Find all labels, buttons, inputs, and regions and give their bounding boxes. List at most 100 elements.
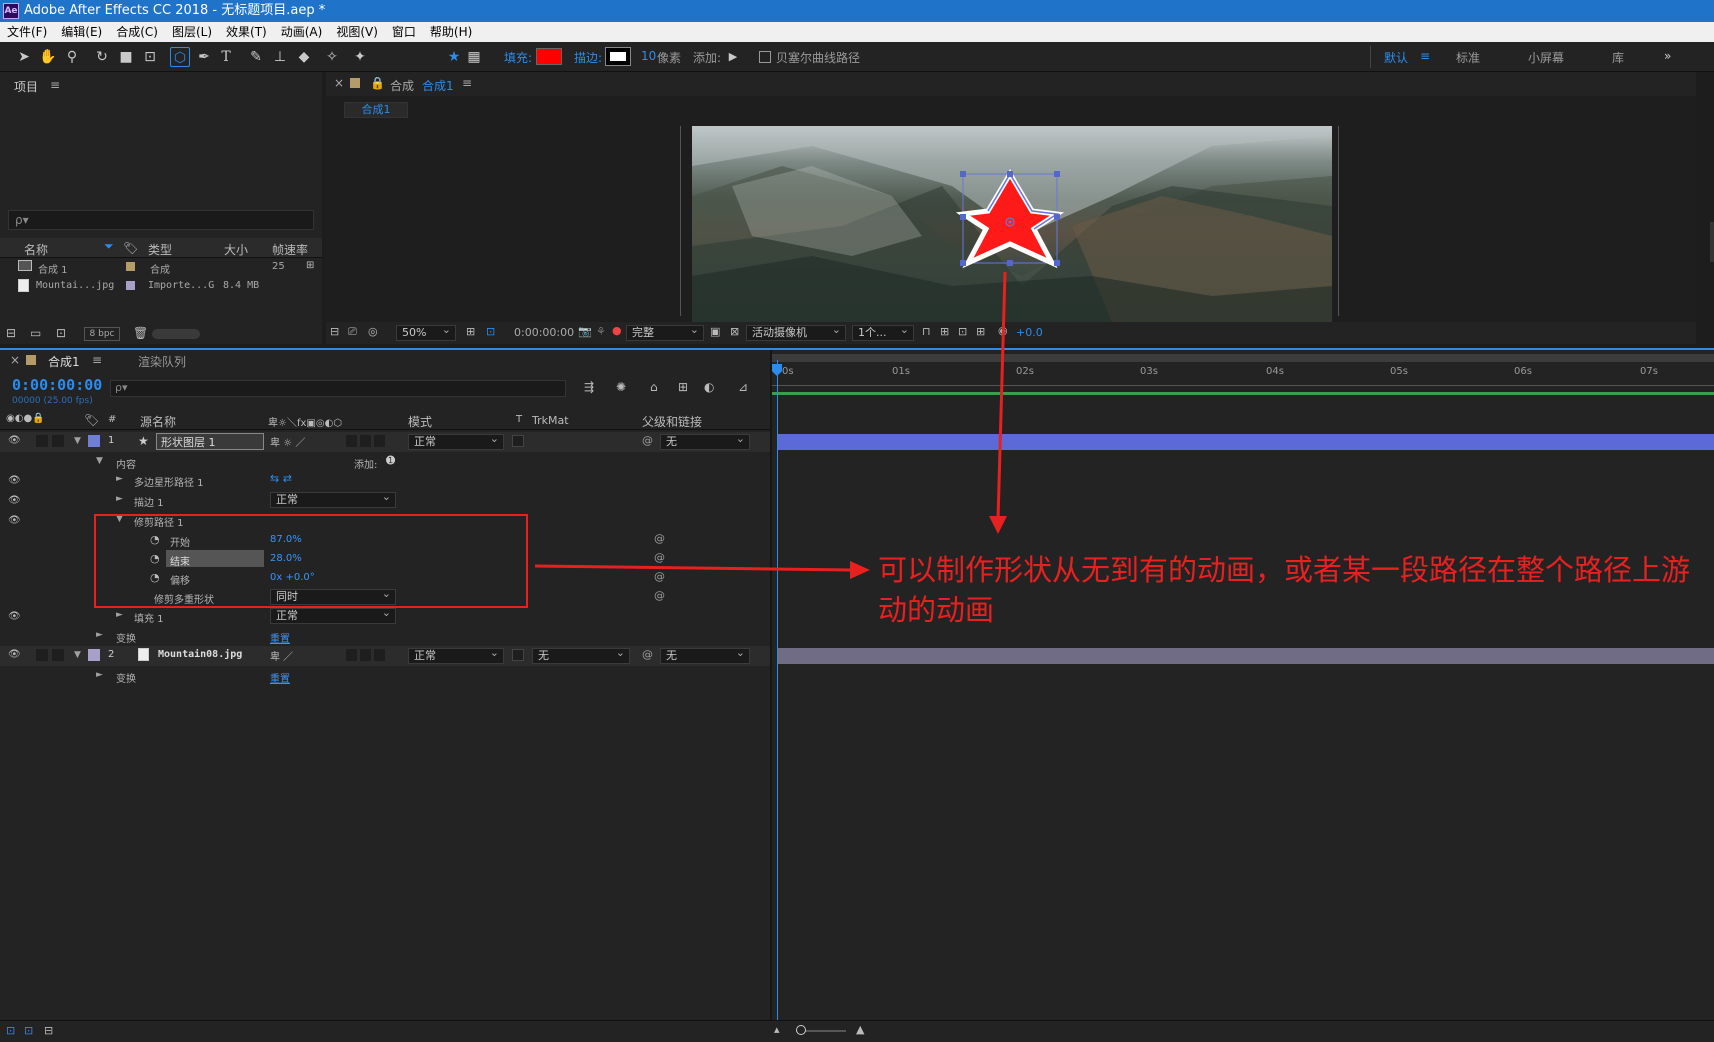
preserve-transparency-toggle[interactable]	[512, 435, 524, 447]
expression-pick-whip-icon[interactable]: @	[654, 570, 665, 583]
transparency-grid-icon[interactable]: ⊠	[730, 325, 739, 338]
reset-link[interactable]: 重置	[270, 670, 290, 685]
lock-toggle[interactable]	[52, 649, 64, 661]
blend-mode-dropdown[interactable]: 正常	[408, 646, 504, 664]
project-item-row[interactable]: 合成 1 合成 25 ⊞	[0, 258, 322, 277]
expand-triangle-icon[interactable]: ▼	[74, 650, 81, 660]
label-swatch[interactable]	[88, 435, 100, 447]
col-type[interactable]: 类型	[148, 241, 172, 258]
collapse-triangle-icon[interactable]: ►	[116, 474, 123, 484]
stroke-label[interactable]: 描边 1	[134, 494, 164, 509]
pick-whip-icon[interactable]: @	[642, 434, 653, 447]
fill-mode-dropdown[interactable]: 正常	[270, 606, 396, 624]
brush-tool-icon[interactable]: ✎	[246, 47, 266, 67]
interpret-footage-icon[interactable]: ⊟	[6, 326, 16, 340]
timeline-search-input[interactable]: ρ▾	[110, 380, 566, 397]
switch-box[interactable]	[360, 435, 371, 447]
zoom-tool-icon[interactable]: ⚲	[62, 47, 82, 67]
lock-icon[interactable]: 🔒	[370, 76, 385, 90]
stroke-mode-dropdown[interactable]: 正常	[270, 490, 396, 508]
bezier-checkbox[interactable]	[759, 51, 771, 63]
shape-tool-icon[interactable]: ⬡	[170, 47, 190, 67]
clone-stamp-icon[interactable]: ⊥	[270, 47, 290, 67]
close-icon[interactable]: ×	[334, 76, 344, 90]
switch-box[interactable]	[374, 435, 385, 447]
switch-box[interactable]	[360, 649, 371, 661]
stroke-width-value[interactable]: 10	[641, 49, 656, 63]
col-name[interactable]: 名称	[24, 241, 48, 258]
eraser-tool-icon[interactable]: ◆	[294, 47, 314, 67]
flowchart-icon[interactable]: ⊞	[306, 260, 314, 271]
add-arrow-icon[interactable]: ▶	[723, 47, 743, 67]
timeline-tab-name[interactable]: 合成1	[48, 353, 80, 370]
fast-preview-icon[interactable]: ⊞	[940, 325, 949, 338]
workspace-small-screen[interactable]: 小屏幕	[1528, 49, 1564, 66]
hand-tool-icon[interactable]: ✋	[38, 47, 58, 67]
views-dropdown[interactable]: 1个...	[852, 323, 914, 341]
solo-toggle[interactable]	[36, 435, 48, 447]
layer-row-1[interactable]: 👁 ▼ 1 ★ 形状图层 1 卑 ☼ ／ 正常 @ 无	[0, 432, 770, 452]
shy-switch-icon[interactable]: 卑 ／	[270, 648, 293, 663]
workspace-default[interactable]: 默认	[1384, 49, 1408, 66]
puppet-tool-icon[interactable]: ✦	[350, 47, 370, 67]
viewer-scrollbar[interactable]	[1710, 222, 1714, 262]
layer-bar-1[interactable]	[777, 434, 1714, 450]
roto-brush-icon[interactable]: ✧	[322, 47, 342, 67]
col-parent[interactable]: 父级和链接	[642, 413, 702, 430]
menu-effect[interactable]: 效果(T)	[219, 22, 274, 42]
transform-label[interactable]: 变换	[116, 630, 136, 645]
hide-shy-icon[interactable]: ⌂	[650, 380, 658, 394]
blend-mode-dropdown[interactable]: 正常	[408, 432, 504, 450]
fill-label[interactable]: 填充 1	[134, 610, 164, 625]
menu-file[interactable]: 文件(F)	[0, 22, 54, 42]
zoom-in-icon[interactable]: ▲	[856, 1023, 864, 1036]
polystar-path-label[interactable]: 多边星形路径 1	[134, 474, 204, 489]
viewer-timecode[interactable]: 0:00:00:00	[514, 326, 574, 339]
comp-viewport[interactable]	[692, 126, 1332, 322]
motion-blur-icon[interactable]: ◐	[704, 380, 714, 394]
reset-exposure-icon[interactable]: ◉	[998, 324, 1008, 337]
in-out-icon[interactable]: ⊟	[44, 1024, 53, 1037]
frame-blending-icon[interactable]: ⊞	[678, 380, 688, 394]
mask-visibility-icon[interactable]: ◎	[368, 325, 378, 338]
camera-tool-icon[interactable]: ■	[116, 47, 136, 67]
workspace-standard[interactable]: 标准	[1456, 49, 1480, 66]
menu-edit[interactable]: 编辑(E)	[54, 22, 109, 42]
always-preview-icon[interactable]: ⊟	[330, 325, 339, 338]
sort-icon[interactable]: ⏷	[104, 239, 114, 254]
layer-name[interactable]: 形状图层 1	[156, 433, 264, 450]
parent-dropdown[interactable]: 无	[660, 646, 750, 664]
show-snapshot-icon[interactable]: ⚘	[596, 325, 606, 338]
add-menu-icon[interactable]: ➊	[386, 454, 395, 467]
zoom-slider-thumb[interactable]	[796, 1025, 806, 1035]
reset-link[interactable]: 重置	[270, 630, 290, 645]
close-icon[interactable]: ×	[10, 353, 20, 367]
layer-bar-2[interactable]	[777, 648, 1714, 664]
pen-tool-icon[interactable]: ✒	[194, 47, 214, 67]
layer-row-2[interactable]: 👁 ▼ 2 Mountain08.jpg 卑 ／ 正常 无 @ 无	[0, 646, 770, 666]
pick-whip-icon[interactable]: @	[642, 648, 653, 661]
menu-composition[interactable]: 合成(C)	[109, 22, 165, 42]
menu-view[interactable]: 视图(V)	[329, 22, 385, 42]
label-swatch[interactable]	[88, 649, 100, 661]
comp-breadcrumb[interactable]: 合成1	[344, 102, 408, 118]
switch-box[interactable]	[346, 435, 357, 447]
visibility-eye-icon[interactable]: 👁	[8, 475, 22, 486]
stroke-color-swatch[interactable]	[605, 47, 631, 66]
layer-switches-icon[interactable]: ⊡	[6, 1024, 15, 1037]
region-of-interest-icon[interactable]: ▣	[710, 325, 720, 338]
col-fps[interactable]: 帧速率	[272, 241, 308, 258]
collapse-triangle-icon[interactable]: ►	[96, 670, 103, 680]
trash-icon[interactable]: 🗑	[133, 326, 148, 340]
comp-mini-flowchart-icon[interactable]: ⇶	[584, 380, 594, 394]
menu-layer[interactable]: 图层(L)	[165, 22, 219, 42]
current-timecode[interactable]: 0:00:00:00	[12, 376, 102, 394]
transform-label[interactable]: 变换	[116, 670, 136, 685]
expression-pick-whip-icon[interactable]: @	[654, 551, 665, 564]
expression-pick-whip-icon[interactable]: @	[654, 589, 665, 602]
collapse-triangle-icon[interactable]: ►	[116, 610, 123, 620]
new-folder-icon[interactable]: ▭	[30, 326, 41, 340]
camera-dropdown[interactable]: 活动摄像机	[746, 323, 846, 341]
collapse-triangle-icon[interactable]: ►	[96, 630, 103, 640]
shy-switch-icon[interactable]: 卑 ☼ ／	[270, 434, 305, 449]
